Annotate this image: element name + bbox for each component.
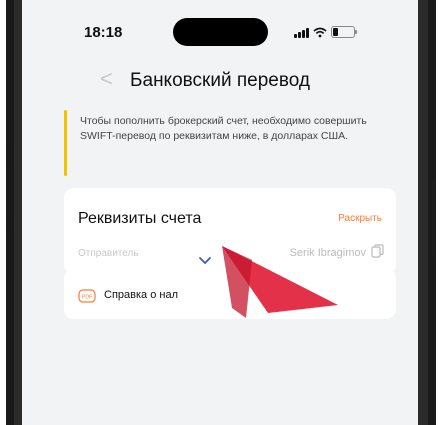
status-bar: 18:18 (22, 14, 418, 50)
expand-button[interactable]: Раскрыть (338, 213, 382, 224)
pdf-icon: PDF (78, 289, 96, 303)
sender-value: Serik Ibragimov (289, 247, 366, 259)
info-text: Чтобы пополнить брокерский счет, необход… (80, 115, 367, 142)
svg-text:PDF: PDF (82, 294, 92, 300)
sender-label: Отправитель (78, 248, 139, 259)
info-notice: Чтобы пополнить брокерский счет, необход… (64, 110, 384, 176)
phone-screen: 18:18 < Банковский перевод Чтобы пополни… (22, 0, 418, 425)
help-card[interactable]: PDF Справка о нал (64, 269, 396, 319)
help-label: Справка о нал (104, 289, 178, 301)
chevron-down-icon[interactable] (198, 256, 212, 266)
signal-icon (294, 27, 309, 38)
status-icons (294, 26, 357, 38)
side-button (6, 118, 9, 144)
copy-icon[interactable] (371, 244, 384, 258)
nav-bar: < Банковский перевод (22, 58, 418, 102)
info-accent-bar (64, 110, 67, 176)
account-details-card: Реквизиты счета Раскрыть Отправитель Ser… (64, 188, 396, 274)
page-title: Банковский перевод (130, 70, 310, 91)
wifi-icon (313, 27, 327, 37)
side-button (6, 170, 9, 220)
side-button (432, 180, 435, 258)
battery-icon (331, 26, 357, 38)
account-details-title: Реквизиты счета (78, 210, 202, 227)
status-time: 18:18 (84, 24, 123, 41)
dynamic-island (173, 18, 268, 46)
side-button (6, 232, 9, 282)
